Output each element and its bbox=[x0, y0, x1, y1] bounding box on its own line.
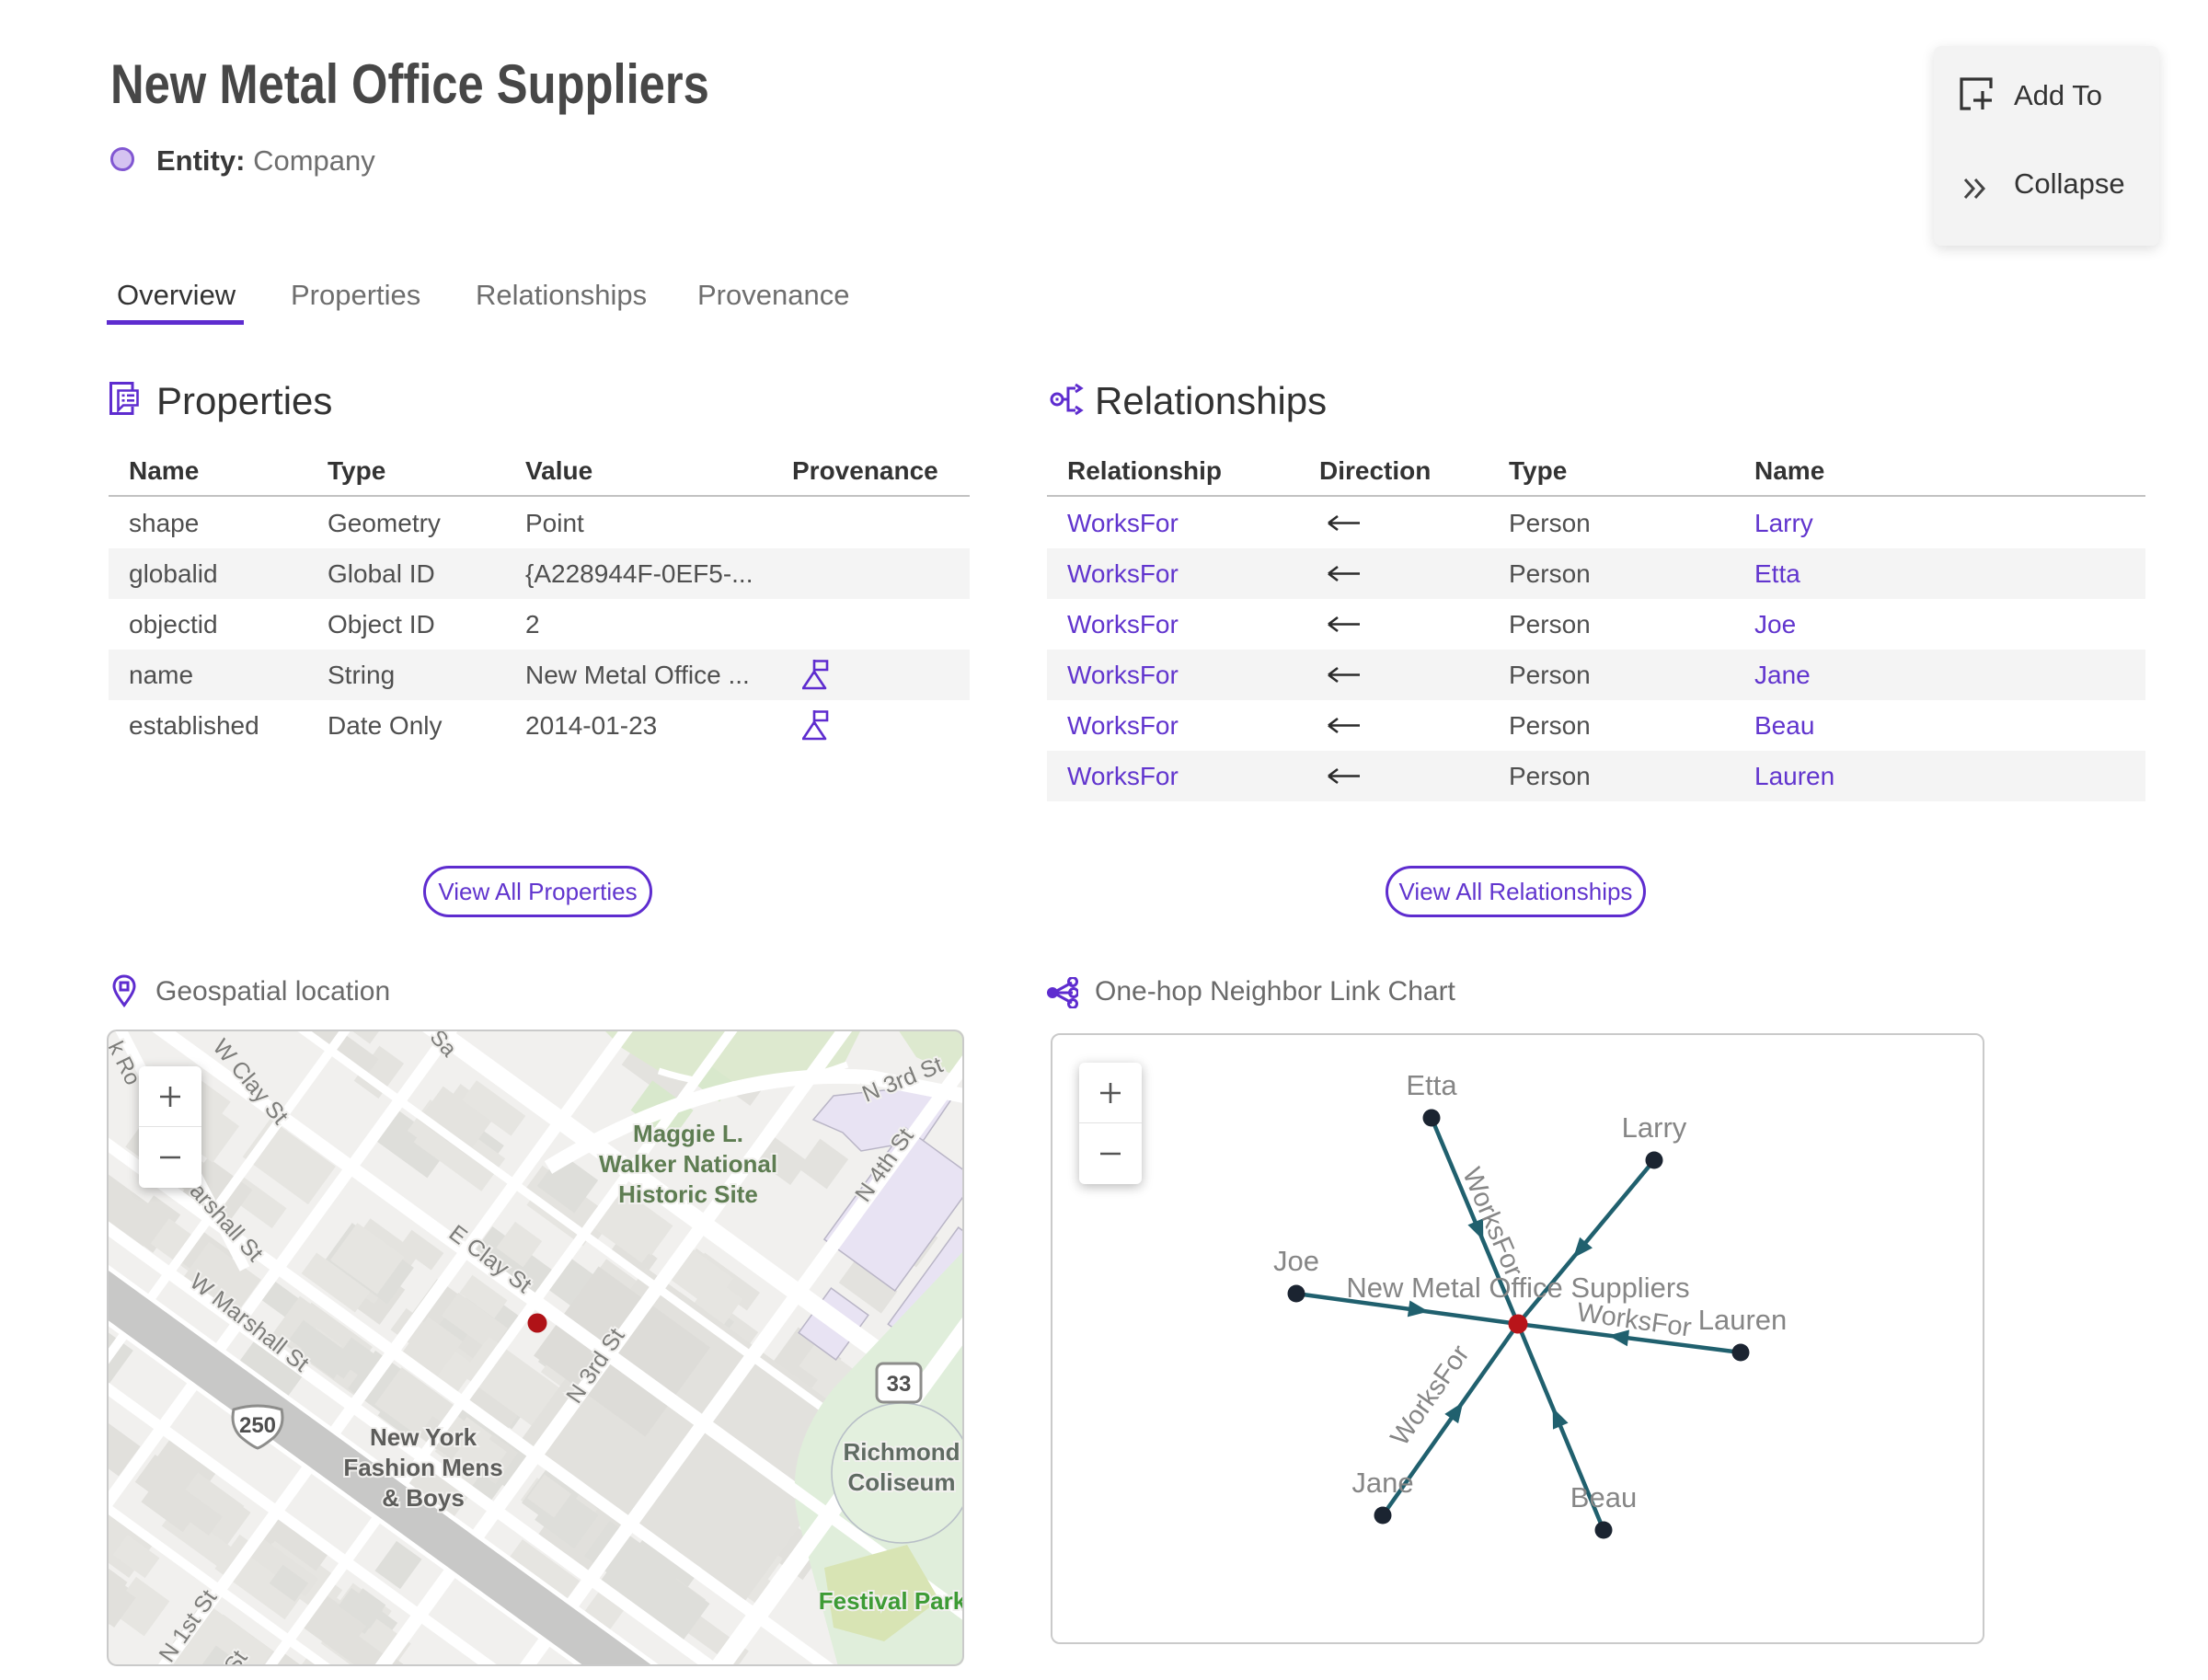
svg-text:Etta: Etta bbox=[1406, 1069, 1457, 1101]
svg-text:33: 33 bbox=[887, 1372, 912, 1397]
svg-text:New York: New York bbox=[370, 1423, 477, 1451]
svg-text:Historic Site: Historic Site bbox=[618, 1180, 758, 1208]
svg-text:WorksFor: WorksFor bbox=[1386, 1340, 1476, 1451]
svg-text:250: 250 bbox=[239, 1413, 276, 1438]
svg-text:WorksFor: WorksFor bbox=[1575, 1298, 1694, 1343]
svg-text:Larry: Larry bbox=[1622, 1111, 1687, 1144]
svg-text:& Boys: & Boys bbox=[382, 1484, 465, 1512]
svg-text:Festival Park: Festival Park bbox=[819, 1587, 964, 1615]
svg-text:New Metal Office Suppliers: New Metal Office Suppliers bbox=[1346, 1272, 1689, 1304]
svg-text:Richmond: Richmond bbox=[843, 1438, 960, 1466]
svg-text:Fashion Mens: Fashion Mens bbox=[343, 1454, 502, 1481]
svg-text:Coliseum: Coliseum bbox=[847, 1468, 955, 1496]
svg-text:Jane: Jane bbox=[1351, 1467, 1413, 1499]
svg-text:Walker National: Walker National bbox=[599, 1150, 777, 1178]
svg-text:Maggie L.: Maggie L. bbox=[633, 1120, 743, 1147]
svg-text:Lauren: Lauren bbox=[1698, 1304, 1788, 1336]
svg-text:Beau: Beau bbox=[1570, 1481, 1637, 1513]
svg-text:Joe: Joe bbox=[1273, 1245, 1319, 1277]
